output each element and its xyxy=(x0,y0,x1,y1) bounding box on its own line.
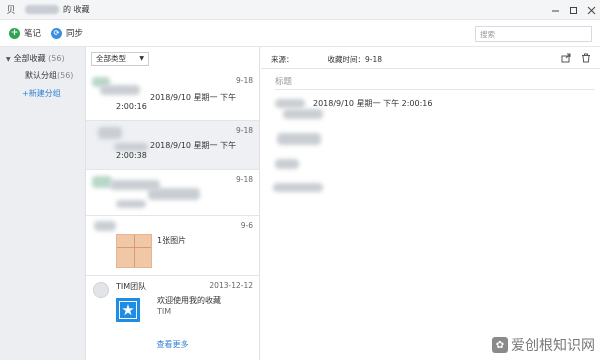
new-note-label: 笔记 xyxy=(24,29,42,39)
avatar xyxy=(93,282,109,298)
detail-header: 来源： 收藏时间：9-18 xyxy=(261,47,600,69)
view-more-link[interactable]: 查看更多 xyxy=(86,339,259,350)
title-bar: 贝 的 收藏 xyxy=(0,0,600,20)
minimize-icon[interactable] xyxy=(546,0,564,20)
expand-arrow-icon[interactable]: ▼ xyxy=(6,56,11,63)
sidebar-item-default[interactable]: 默认分组(56) xyxy=(25,70,73,81)
blurred-content xyxy=(277,133,321,145)
blurred-content xyxy=(283,109,323,119)
sync-icon: ⟳ xyxy=(51,27,63,39)
note-body-text: 2018/9/10 星期一 下午 2:00:16 xyxy=(313,99,433,108)
blurred-username xyxy=(25,5,59,14)
list-item[interactable]: 9-6 1张图片 xyxy=(86,216,259,276)
detail-pane: 来源： 收藏时间：9-18 标题 2018/9/10 星期一 下午 2:00:16… xyxy=(261,47,600,360)
blurred-content xyxy=(100,85,140,95)
type-filter-label: 全部类型 xyxy=(96,54,126,63)
item-date: 9-18 xyxy=(235,175,253,184)
image-thumbnail xyxy=(116,234,152,268)
detail-actions xyxy=(552,52,592,64)
blurred-content xyxy=(148,188,200,200)
trash-icon[interactable] xyxy=(580,52,592,64)
maximize-icon[interactable] xyxy=(564,0,582,20)
list-item[interactable]: 9-18 2018/9/10 星期一 下午 2:00:38 xyxy=(86,121,259,170)
type-filter-dropdown[interactable]: 全部类型 ▼ xyxy=(91,52,149,66)
note-title-input[interactable]: 标题 xyxy=(275,75,292,87)
sidebar-item-all[interactable]: ▼ 全部收藏 (56) xyxy=(6,53,65,64)
blurred-content xyxy=(92,176,112,188)
item-text-line2: 2:00:38 xyxy=(116,151,147,160)
blurred-content xyxy=(98,127,122,139)
blurred-content xyxy=(273,183,323,192)
item-text: 欢迎使用我的收藏 xyxy=(157,296,221,305)
sidebar-default-label: 默认分组 xyxy=(25,71,57,80)
close-icon[interactable] xyxy=(582,0,600,20)
blurred-content xyxy=(114,143,148,151)
blurred-content xyxy=(275,159,299,169)
detail-meta: 来源： 收藏时间：9-18 xyxy=(271,54,382,65)
item-date: 2013-12-12 xyxy=(209,281,253,290)
sidebar-default-count: (56) xyxy=(57,71,74,80)
title-divider xyxy=(275,89,595,90)
item-author: TIM团队 xyxy=(116,282,147,291)
window-controls xyxy=(546,0,600,20)
list-item[interactable]: 9-18 2018/9/10 星期一 下午 2:00:16 xyxy=(86,71,259,121)
blurred-content xyxy=(94,221,116,231)
watermark-logo-icon: ✿ xyxy=(492,337,508,353)
sync-button[interactable]: ⟳ 同步 xyxy=(51,27,83,39)
sidebar-all-count: (56) xyxy=(48,54,65,63)
item-text-line2: 2:00:16 xyxy=(116,102,147,111)
sidebar-all-label: 全部收藏 xyxy=(13,54,46,63)
star-icon: ★ xyxy=(116,298,140,322)
item-source: TIM xyxy=(157,307,172,316)
favorite-time: 收藏时间：9-18 xyxy=(327,55,383,64)
new-group-link[interactable]: +新建分组 xyxy=(22,88,61,99)
item-text-line1: 2018/9/10 星期一 下午 xyxy=(150,141,237,150)
new-note-button[interactable]: + 笔记 xyxy=(9,27,41,39)
item-date: 9-18 xyxy=(235,76,253,85)
search-placeholder: 搜索 xyxy=(480,30,495,39)
window-title: 的 收藏 xyxy=(63,5,90,14)
chevron-down-icon: ▼ xyxy=(139,55,144,62)
sync-label: 同步 xyxy=(66,29,84,39)
watermark-text: 爱创根知识网 xyxy=(511,338,595,354)
blurred-content xyxy=(275,99,305,108)
sidebar: ▼ 全部收藏 (56) 默认分组(56) +新建分组 xyxy=(0,47,86,360)
item-date: 9-18 xyxy=(235,126,253,135)
item-date: 9-6 xyxy=(240,221,253,230)
search-input[interactable]: 搜索 xyxy=(475,26,592,42)
blurred-content xyxy=(116,200,146,208)
item-text-line1: 2018/9/10 星期一 下午 xyxy=(150,93,237,102)
plus-icon: + xyxy=(9,27,20,39)
source-label: 来源： xyxy=(271,55,294,64)
item-caption: 1张图片 xyxy=(157,236,187,245)
app-logo-icon: 贝 xyxy=(6,6,16,16)
watermark: ✿ 爱创根知识网 xyxy=(492,335,595,355)
share-icon[interactable] xyxy=(560,52,572,64)
list-item[interactable]: TIM团队 2013-12-12 ★ 欢迎使用我的收藏 TIM xyxy=(86,276,259,333)
list-item[interactable]: 9-18 xyxy=(86,170,259,216)
favorites-list: 全部类型 ▼ 9-18 2018/9/10 星期一 下午 2:00:16 9-1… xyxy=(86,47,260,360)
toolbar: + 笔记 ⟳ 同步 搜索 xyxy=(0,20,600,47)
